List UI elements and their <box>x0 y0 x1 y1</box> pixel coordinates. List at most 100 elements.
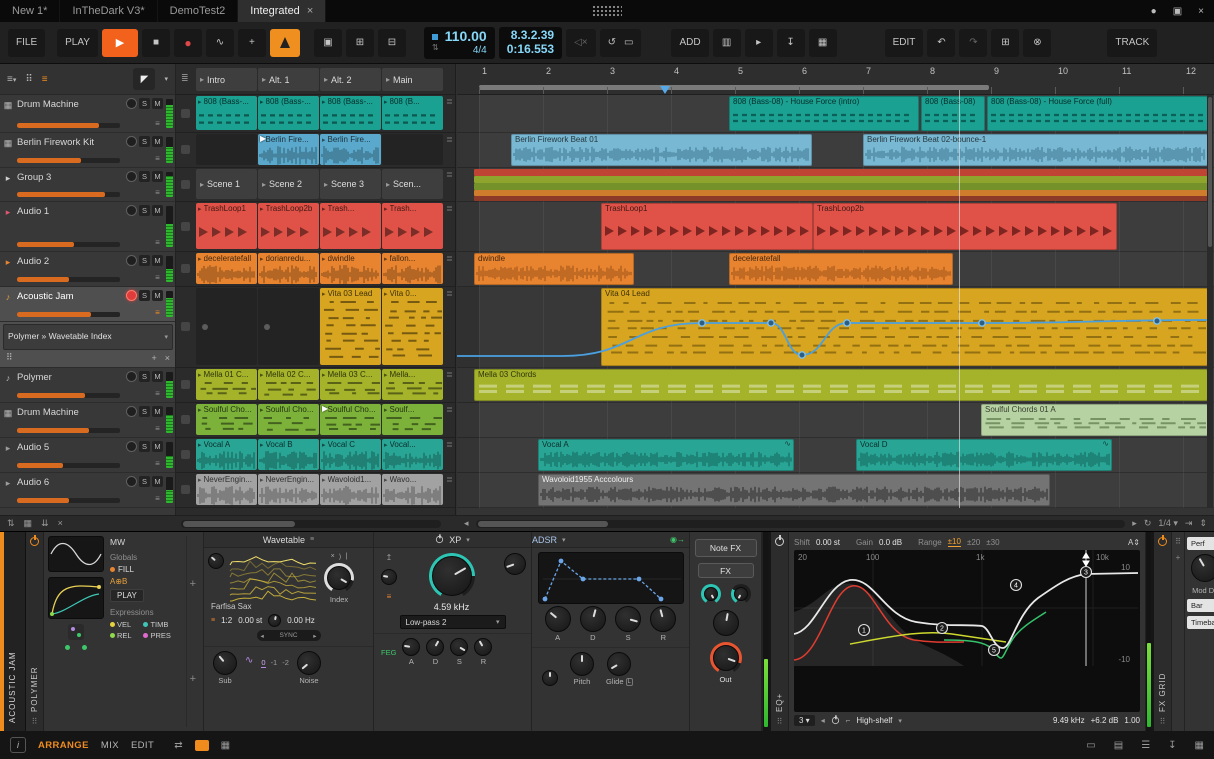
clip-launcher-clip[interactable]: ▸ deceleratefall <box>196 253 257 284</box>
drag-handle-icon[interactable]: ⠿ <box>32 717 38 726</box>
mute-button[interactable]: M <box>152 406 163 417</box>
clip-play-icon[interactable]: ▸ <box>384 441 388 449</box>
arranger-clip[interactable]: Vocal D ∿ <box>856 439 1112 471</box>
clip-play-icon[interactable]: ▸ <box>260 476 264 484</box>
mute-button[interactable]: M <box>152 98 163 109</box>
playhead-marker[interactable] <box>660 86 670 94</box>
clip-stop-button[interactable] <box>181 485 190 494</box>
vertical-scrollbar[interactable] <box>1207 95 1213 508</box>
clip-play-icon[interactable]: ▸ <box>198 255 202 263</box>
track-menu-icon[interactable]: ≡ <box>152 423 163 434</box>
arranger-horizontal-scrollbar[interactable] <box>475 519 1126 528</box>
window-tab[interactable]: DemoTest2 <box>158 0 239 22</box>
arranger-automation-icon[interactable]: ▣ <box>313 28 342 57</box>
filter-env-knob-r[interactable]: R <box>474 638 493 666</box>
playback-follow-icon[interactable]: ↻ <box>1144 518 1152 529</box>
time-signature-value[interactable]: 4/4 <box>473 45 487 56</box>
track-volume-slider[interactable] <box>17 312 120 317</box>
solo-button[interactable]: S <box>139 441 150 452</box>
expression-rel[interactable]: REL <box>110 631 137 640</box>
restore-window-icon[interactable]: ▣ <box>1173 6 1182 17</box>
record-arm-button[interactable] <box>126 98 137 109</box>
gain-value[interactable]: 0.0 dB <box>879 538 902 547</box>
filter-resonance-knob[interactable] <box>504 553 526 575</box>
clip-launcher-clip[interactable]: ▸ Vocal A <box>196 439 257 470</box>
settings-dot-icon[interactable]: ● <box>1151 6 1157 17</box>
clip-launcher-clip[interactable]: ▸ NeverEngin... <box>258 474 319 505</box>
clip-stop-button[interactable] <box>181 221 190 231</box>
mute-button[interactable]: M <box>152 255 163 266</box>
randomize-dice-icon[interactable] <box>68 624 84 640</box>
delete-icon[interactable]: ⊗ <box>1023 28 1052 57</box>
audition-icon[interactable]: ◁× <box>566 28 596 57</box>
info-button[interactable]: i <box>10 737 26 753</box>
clip-launcher-clip[interactable]: ▸ Mella... <box>382 369 443 400</box>
filter-env-knob-s[interactable]: S <box>450 638 469 666</box>
clip-launcher-toggle-button[interactable] <box>194 739 209 751</box>
track-header[interactable]: ▸ Audio 1 S M ≡ <box>0 202 175 252</box>
sub-scenes-icon[interactable]: ≣ <box>444 405 455 414</box>
clip-launcher-clip[interactable]: ▸ Berlin Fire... <box>320 134 381 165</box>
fx-tab[interactable]: FX <box>697 563 754 578</box>
band-q-value[interactable]: 1.00 <box>1124 716 1140 725</box>
position-display[interactable]: 8.3.2.39 0:16.553 <box>498 26 563 59</box>
clip-launcher-clip[interactable]: ▸ Berlin Fire... ▶ <box>258 134 319 165</box>
mute-button[interactable]: M <box>152 136 163 147</box>
track-menu-icon[interactable]: ≡ <box>152 153 163 164</box>
arranger-clip[interactable]: 808 (Bass-08) <box>921 96 985 131</box>
clip-play-icon[interactable]: ▸ <box>198 98 202 106</box>
track-menu-button[interactable]: TRACK <box>1107 28 1158 57</box>
drag-handle-icon[interactable]: ⠿ <box>1175 537 1181 546</box>
frequency-value[interactable]: 0.00 Hz <box>287 616 315 625</box>
tempo-display[interactable]: ⇅ 110.00 4/4 <box>423 26 495 59</box>
track-menu-icon[interactable]: ≡ <box>152 307 163 318</box>
scene-launch-cell[interactable]: ▸ Scen... <box>382 169 443 199</box>
record-arm-button[interactable] <box>126 371 137 382</box>
sub-octave-option[interactable]: -2 <box>282 658 289 668</box>
sub-octave-option[interactable]: 0 <box>261 658 266 668</box>
clip-launcher-clip[interactable]: ▸ Mella 01 C... <box>196 369 257 400</box>
clip-play-icon[interactable]: ▸ <box>384 476 388 484</box>
track-volume-slider[interactable] <box>17 123 120 128</box>
clip-launcher-clip[interactable]: ▸ Soulf... <box>382 404 443 435</box>
empty-clip-slot[interactable] <box>196 134 257 165</box>
arranger-clip[interactable]: Vocal A ∿ <box>538 439 794 471</box>
band-type-dropdown[interactable]: High-shelf <box>856 716 892 725</box>
timeline-ruler[interactable]: 1 2 3 4 5 6 7 8 9 10 11 12 <box>457 64 1214 95</box>
window-tab[interactable]: New 1* <box>0 0 61 22</box>
track-header[interactable]: ▦ Drum Machine S M ≡ <box>0 95 175 133</box>
sub-scenes-icon[interactable]: ≣ <box>444 440 455 449</box>
clip-play-icon[interactable]: ▸ <box>260 371 264 379</box>
solo-button[interactable]: S <box>139 371 150 382</box>
ratio-value[interactable]: 1:2 <box>221 616 232 625</box>
send-a-knob[interactable] <box>700 584 721 604</box>
grid-toggle-icon[interactable]: ▦ <box>221 740 230 751</box>
clip-launcher-clip[interactable]: ▸ TrashLoop2b <box>258 203 319 249</box>
mod-depth-knob[interactable] <box>1191 554 1214 582</box>
wavetable-display[interactable] <box>228 553 320 609</box>
sub-scenes-icon[interactable]: ≣ <box>444 475 455 484</box>
undo-icon[interactable]: ↶ <box>927 28 956 57</box>
glide-knob[interactable] <box>607 652 632 676</box>
track-header[interactable]: ♪ Polymer S M ≡ <box>0 368 175 403</box>
add-module-button[interactable]: + <box>1176 553 1181 562</box>
loop-region[interactable] <box>479 85 989 90</box>
record-arm-button[interactable] <box>126 255 137 266</box>
track-volume-slider[interactable] <box>17 393 120 398</box>
clip-play-icon[interactable]: ▸ <box>322 98 326 106</box>
mono-icon[interactable]: | <box>346 553 348 561</box>
arranger-clip[interactable]: dwindle <box>474 253 634 285</box>
track-menu-icon[interactable]: ≡ <box>152 388 163 399</box>
clip-launcher-clip[interactable]: ▸ dorianredu... <box>258 253 319 284</box>
note-fx-tab[interactable]: Note FX <box>694 539 757 557</box>
clip-play-icon[interactable]: ▸ <box>260 441 264 449</box>
clip-launcher-clip[interactable]: ▸ NeverEngin... <box>196 474 257 505</box>
clip-play-icon[interactable]: ▸ <box>384 98 388 106</box>
grid-module-bar[interactable]: Bar <box>1187 599 1214 612</box>
clip-stop-slot[interactable] <box>258 288 319 365</box>
prev-band-icon[interactable]: ◂ <box>821 716 825 725</box>
oscillator-type-label[interactable]: Wavetable <box>263 535 305 545</box>
piano-keyboard-icon[interactable]: ▦ <box>1195 740 1204 751</box>
package-download-icon[interactable]: ↧ <box>1168 740 1176 751</box>
arrange-layout-button[interactable]: ARRANGE <box>38 740 89 751</box>
